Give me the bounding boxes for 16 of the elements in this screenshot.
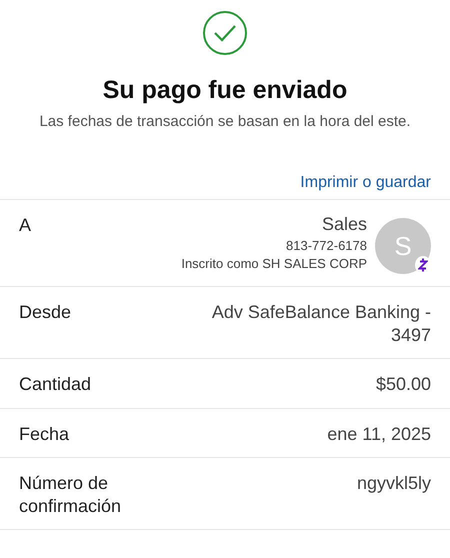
row-label: Desde [19, 301, 72, 324]
row-value: ngyvkl5ly [356, 472, 431, 494]
recipient-phone: 813-772-6178 [285, 238, 367, 253]
enrolled-text: Inscrito como SH SALES CORP [181, 256, 367, 271]
row-value: $50.00 [374, 373, 431, 396]
row-label: Fecha [19, 422, 70, 445]
print-save-link[interactable]: Imprimir o guardar [300, 174, 431, 192]
row-value: Adv SafeBalance Banking - 3497 [210, 301, 431, 346]
row-label: Número de confirmación [19, 472, 122, 517]
page-title: Su pago fue enviado [102, 76, 348, 105]
subtitle-text: Las fechas de transacción se basan en la hora del este. [39, 113, 411, 130]
recipient-name: Sales [320, 214, 367, 235]
row-label: Cantidad [19, 373, 92, 396]
row-label: A [19, 214, 32, 236]
row-value: ene 11, 2025 [326, 422, 431, 445]
check-circle-icon [202, 10, 248, 56]
